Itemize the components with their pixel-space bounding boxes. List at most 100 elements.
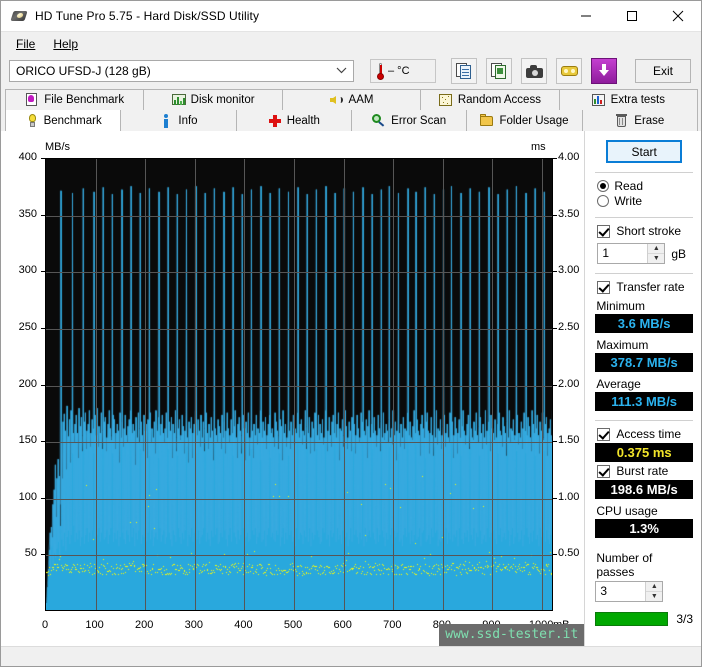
chart-gridline-h bbox=[46, 215, 552, 217]
benchmark-content: MB/s ms mB 501001502002503003504000.501.… bbox=[1, 131, 701, 646]
chart-y-tick bbox=[41, 441, 45, 443]
chart-gridline-v bbox=[393, 159, 395, 610]
checkbox-short-stroke[interactable]: Short stroke bbox=[597, 224, 693, 238]
download-button[interactable] bbox=[591, 58, 617, 84]
window-title: HD Tune Pro 5.75 - Hard Disk/SSD Utility bbox=[35, 9, 260, 23]
average-value: 111.3 MB/s bbox=[611, 394, 678, 409]
export-report-button[interactable] bbox=[486, 58, 512, 84]
short-stroke-spin-buttons[interactable]: ▲ ▼ bbox=[647, 244, 665, 263]
copy-report-button[interactable] bbox=[451, 58, 477, 84]
random-access-icon bbox=[438, 93, 453, 107]
checkbox-access-time-icon bbox=[597, 427, 611, 441]
chart-pane: MB/s ms mB 501001502002503003504000.501.… bbox=[1, 131, 585, 646]
spin-up-icon[interactable]: ▲ bbox=[646, 582, 663, 592]
chart-gridline-h bbox=[46, 498, 552, 500]
tab-random-access[interactable]: Random Access bbox=[420, 89, 560, 110]
radio-write-label: Write bbox=[614, 194, 643, 208]
chart-y-tick bbox=[41, 214, 45, 216]
passes-value[interactable]: 3 bbox=[596, 582, 645, 601]
tab-info[interactable]: Info bbox=[120, 110, 237, 131]
short-stroke-stepper[interactable]: 1 ▲ ▼ bbox=[597, 243, 666, 264]
screenshot-button[interactable] bbox=[521, 58, 547, 84]
chart-y2-tick bbox=[553, 497, 557, 499]
tab-file-benchmark-label: File Benchmark bbox=[44, 94, 125, 106]
checkbox-short-stroke-label: Short stroke bbox=[616, 224, 682, 238]
tab-aam-label: AAM bbox=[348, 94, 374, 106]
minimize-button[interactable] bbox=[563, 1, 609, 32]
tab-health-label: Health bbox=[286, 114, 320, 127]
benchmark-bulb-icon bbox=[25, 113, 39, 128]
benchmark-chart: MB/s ms mB 501001502002503003504000.501.… bbox=[1, 131, 585, 641]
chart-y-axis-unit: MB/s bbox=[45, 141, 71, 153]
tab-extra-tests[interactable]: Extra tests bbox=[558, 89, 699, 110]
spin-down-icon[interactable]: ▼ bbox=[646, 592, 662, 601]
progress-row: 3/3 bbox=[595, 612, 693, 626]
exit-button[interactable]: Exit bbox=[635, 59, 691, 83]
spin-up-icon[interactable]: ▲ bbox=[648, 244, 665, 254]
extra-tests-icon bbox=[591, 93, 606, 107]
chart-y-tick bbox=[41, 158, 45, 159]
chart-y-tick-label: 300 bbox=[18, 264, 37, 277]
control-panel: Start Read Write Short stroke 1 ▲ ▼ gB T… bbox=[585, 131, 701, 646]
chart-y-tick-label: 200 bbox=[18, 377, 37, 390]
spin-down-icon[interactable]: ▼ bbox=[648, 254, 664, 263]
passes-spin-buttons[interactable]: ▲ ▼ bbox=[645, 582, 663, 601]
aam-speaker-icon bbox=[329, 93, 344, 107]
chart-y2-tick bbox=[553, 327, 557, 329]
menu-file[interactable]: File bbox=[7, 34, 44, 54]
short-stroke-value[interactable]: 1 bbox=[598, 244, 647, 263]
info-icon bbox=[159, 113, 173, 128]
tab-benchmark[interactable]: Benchmark bbox=[5, 110, 122, 131]
benchmark-tools-button[interactable] bbox=[556, 58, 582, 84]
chart-y-tick bbox=[41, 497, 45, 499]
chart-x-tick-label: 500 bbox=[283, 619, 303, 631]
radio-read-label: Read bbox=[614, 179, 643, 193]
maximize-button[interactable] bbox=[609, 1, 655, 32]
watermark: www.ssd-tester.it bbox=[439, 624, 585, 646]
checkbox-access-time-label: Access time bbox=[616, 427, 681, 441]
tab-info-label: Info bbox=[178, 114, 198, 127]
radio-write[interactable]: Write bbox=[597, 194, 693, 208]
divider-1 bbox=[595, 172, 693, 173]
chart-gridline-h bbox=[46, 385, 552, 387]
hd-tune-window: HD Tune Pro 5.75 - Hard Disk/SSD Utility… bbox=[0, 0, 702, 667]
checkbox-access-time[interactable]: Access time bbox=[597, 427, 693, 441]
access-time-value-box: 0.375 ms bbox=[595, 443, 693, 462]
folder-icon bbox=[480, 113, 494, 128]
chart-x-tick-label: 400 bbox=[234, 619, 253, 631]
tab-disk-monitor[interactable]: Disk monitor bbox=[143, 89, 283, 110]
erase-trash-icon bbox=[615, 113, 629, 128]
maximum-value-box: 378.7 MB/s bbox=[595, 353, 693, 372]
cpu-usage-label: CPU usage bbox=[596, 504, 658, 518]
tab-erase[interactable]: Erase bbox=[581, 110, 698, 131]
camera-icon bbox=[525, 64, 543, 78]
chart-y2-tick-label: 2.50 bbox=[558, 320, 580, 333]
radio-write-icon bbox=[597, 195, 610, 207]
progress-text: 3/3 bbox=[676, 612, 693, 626]
chevron-down-icon bbox=[333, 65, 349, 77]
menu-help[interactable]: Help bbox=[44, 34, 87, 54]
tab-folder-usage[interactable]: Folder Usage bbox=[466, 110, 583, 131]
start-button[interactable]: Start bbox=[606, 140, 683, 163]
drive-select-value: ORICO UFSD-J (128 gB) bbox=[16, 64, 151, 78]
progress-bar bbox=[595, 612, 669, 626]
tab-error-scan[interactable]: Error Scan bbox=[350, 110, 468, 131]
tab-file-benchmark[interactable]: File Benchmark bbox=[5, 89, 145, 110]
chart-gridline-h bbox=[46, 555, 552, 557]
maximum-label: Maximum bbox=[596, 338, 649, 352]
passes-stepper[interactable]: 3 ▲ ▼ bbox=[595, 581, 664, 602]
close-button[interactable] bbox=[655, 1, 701, 32]
tab-aam[interactable]: AAM bbox=[281, 89, 422, 110]
divider-3 bbox=[595, 273, 693, 274]
chart-y-tick-label: 350 bbox=[18, 207, 37, 220]
chart-y-tick bbox=[41, 554, 45, 556]
drive-select[interactable]: ORICO UFSD-J (128 gB) bbox=[9, 60, 354, 82]
cpu-usage-value-box: 1.3% bbox=[595, 519, 693, 538]
tab-row-2: Benchmark Info Health Error Scan Folder … bbox=[5, 110, 698, 131]
radio-read[interactable]: Read bbox=[597, 179, 693, 193]
chart-y2-tick-label: 2.00 bbox=[558, 377, 580, 390]
checkbox-transfer-rate[interactable]: Transfer rate bbox=[597, 280, 693, 294]
checkbox-burst-rate[interactable]: Burst rate bbox=[597, 464, 693, 478]
tab-health[interactable]: Health bbox=[235, 110, 352, 131]
divider-4 bbox=[595, 420, 693, 421]
